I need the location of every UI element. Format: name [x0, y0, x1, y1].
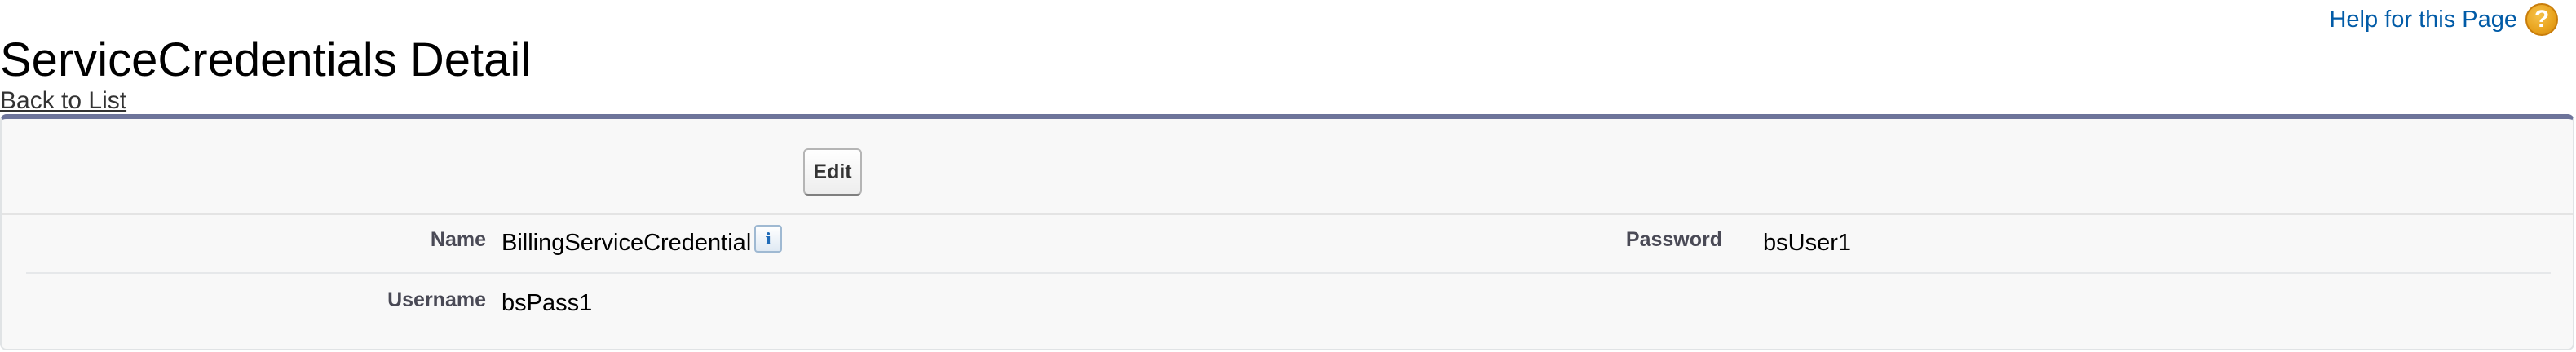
- question-mark-icon[interactable]: ?: [2525, 3, 2558, 36]
- back-to-list-link[interactable]: Back to List: [0, 85, 126, 117]
- password-label: Password: [1625, 228, 1722, 251]
- detail-row-username: Username bsPass1: [26, 274, 2551, 329]
- help-link-label[interactable]: Help for this Page: [2329, 7, 2517, 33]
- name-value: BillingServiceCredential: [502, 230, 752, 256]
- username-label: Username: [387, 288, 486, 311]
- password-value: bsUser1: [1763, 230, 1851, 256]
- name-label: Name: [430, 228, 486, 251]
- name-value-container: BillingServiceCredential i: [502, 225, 783, 257]
- help-for-this-page-link[interactable]: Help for this Page ?: [2329, 0, 2558, 39]
- service-credentials-detail-page: ServiceCredentials Detail Help for this …: [0, 0, 2576, 352]
- page-title: ServiceCredentials Detail: [0, 33, 532, 86]
- detail-panel: Edit Name BillingServiceCredential i Pas…: [0, 114, 2574, 350]
- info-icon[interactable]: i: [754, 225, 783, 253]
- detail-row-name-password: Name BillingServiceCredential i Password…: [26, 217, 2551, 274]
- button-bar: Edit: [2, 119, 2573, 215]
- edit-button[interactable]: Edit: [803, 148, 862, 196]
- username-value: bsPass1: [502, 290, 593, 316]
